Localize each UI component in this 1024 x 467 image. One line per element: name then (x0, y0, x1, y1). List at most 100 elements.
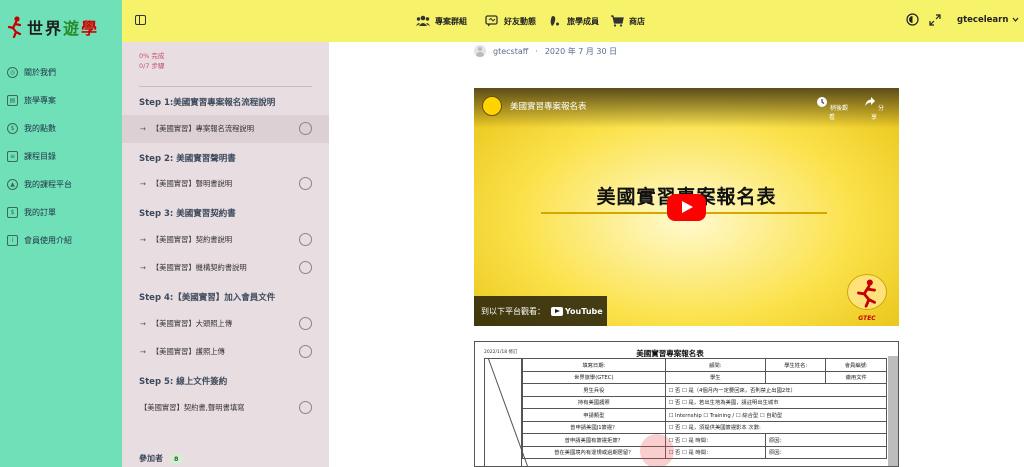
topnav-groups[interactable]: 專案群組 (416, 12, 467, 30)
post-meta: gtecstaff · 2020 年 7 月 30 日 (474, 44, 617, 58)
document-scrollbar[interactable] (888, 356, 898, 466)
application-form-document: 2022/1/18 修訂 美國實習專案報名表 填寫日期: 顧問: 學生姓名: 會… (474, 341, 899, 467)
table-row: 曾申請美國有簽證拒簽？ ☐ 否 ☐ 是 時間： 原因： (522, 433, 888, 447)
topnav-shop[interactable]: 商店 (610, 12, 645, 30)
watch-on-youtube-bar[interactable]: 到以下平台觀看： YouTube (474, 296, 607, 326)
lesson-item[interactable]: 【美國實習】契約書,聲明書填寫 (122, 394, 329, 422)
play-button-icon[interactable] (667, 194, 706, 221)
topnav-members[interactable]: 旅學成員 (548, 12, 599, 30)
table-cell: ☐ Internship ☐ Training / ☐ 綜合型 ☐ 自助型 (664, 408, 888, 422)
sidebar-item-catalog[interactable]: ≡ 課程目錄 (0, 142, 122, 170)
topnav-label: 專案群組 (435, 16, 467, 26)
video-title[interactable]: 美國實習專案報名表 (510, 100, 587, 112)
username[interactable]: gtecelearn (957, 15, 1008, 25)
sidebar-item-label: 我的訂單 (24, 207, 56, 217)
lesson-status-circle-icon (299, 317, 312, 330)
lesson-item[interactable]: → 【美國實習】大頭照上傳 (122, 310, 329, 338)
topnav-activity[interactable]: 好友動態 (485, 12, 536, 30)
table-cell: 顧問: (664, 358, 766, 372)
author-name[interactable]: gtecstaff (493, 47, 528, 56)
lesson-item[interactable]: → 【美國實習】護照上傳 (122, 338, 329, 366)
logo-text: 世界遊學 (27, 19, 100, 38)
gtec-label: GTEC (858, 315, 876, 322)
share-button[interactable]: 分享 (862, 96, 886, 121)
lesson-item[interactable]: → 【美國實習】聲明書說明 (122, 170, 329, 198)
sidebar-item-member-guide[interactable]: i 會員使用介紹 (0, 226, 122, 254)
arrow-right-icon: → (140, 125, 146, 133)
sidebar-item-orders[interactable]: $ 我的訂單 (0, 198, 122, 226)
step-heading[interactable]: Step 4:【美國實習】加入會員文件 (139, 291, 275, 303)
lesson-status-circle-icon (299, 261, 312, 274)
gtec-logo: GTEC (847, 274, 887, 322)
lesson-item[interactable]: → 【美國實習】契約書說明 (122, 226, 329, 254)
sidebar-item-projects[interactable]: ▤ 旅學專案 (0, 86, 122, 114)
table-cell: 原因： (764, 445, 888, 459)
clock-icon (817, 97, 828, 107)
fullscreen-icon[interactable] (929, 14, 941, 26)
members-icon (550, 16, 559, 26)
graduation-icon: ▲ (7, 178, 18, 190)
sidebar-item-my-courses[interactable]: ▲ 我的課程平台 (0, 170, 122, 198)
watch-later-label: 稍後觀看 (828, 105, 848, 121)
lesson-label: 【美國實習】機構契約書說明 (151, 263, 247, 272)
watermark-logo (640, 434, 674, 466)
lesson-item[interactable]: → 【美國實習】專案報名流程說明 (122, 115, 329, 143)
youtube-video-player[interactable]: 美國實習專案報名表 稍後觀看 分享 美國實習專案報名表 到以下平台觀看： You… (474, 88, 899, 326)
table-cell: 世界旅學(GTEC) (522, 370, 666, 384)
dark-mode-toggle-icon[interactable] (906, 13, 919, 26)
lesson-item[interactable]: → 【美國實習】機構契約書說明 (122, 254, 329, 282)
lesson-status-circle-icon (299, 233, 312, 246)
step-heading[interactable]: Step 5: 線上文件簽約 (139, 375, 227, 387)
runner-logo-icon (7, 16, 22, 38)
arrow-right-icon: → (140, 236, 146, 244)
course-navigation-panel: 0% 完成 0/7 步驟 Step 1:美國實習專案報名流程說明 → 【美國實習… (122, 42, 329, 467)
lesson-status-circle-icon (299, 401, 312, 414)
table-cell: 曾申請美國J1簽證？ (522, 420, 666, 434)
runner-logo-icon (847, 274, 887, 310)
lesson-status-circle-icon (299, 345, 312, 358)
table-cell: 男生兵役 (522, 383, 666, 397)
progress-steps: 0/7 步驟 (139, 62, 165, 70)
arrow-right-icon: → (140, 320, 146, 328)
book-icon: ▤ (7, 94, 18, 106)
lesson-label: 【美國實習】大頭照上傳 (151, 319, 233, 328)
post-date: 2020 年 7 月 30 日 (544, 46, 618, 56)
sidebar-item-label: 會員使用介紹 (24, 235, 72, 245)
lesson-label: 【美國實習】護照上傳 (151, 347, 225, 356)
table-cell (764, 370, 827, 384)
step-heading[interactable]: Step 1:美國實習專案報名流程說明 (139, 96, 275, 108)
site-logo[interactable]: 世界遊學 (6, 14, 99, 40)
table-cell: 學生 (664, 370, 766, 384)
participants-heading: 參加者 8 (139, 453, 184, 464)
avatar[interactable] (474, 45, 486, 57)
table-cell: ☐ 否 ☐ 是 時間： (664, 433, 766, 447)
arrow-right-icon: → (140, 180, 146, 188)
meta-separator: · (535, 46, 538, 56)
sidebar-item-about[interactable]: ◎ 關於我們 (0, 58, 122, 86)
step-heading[interactable]: Step 3: 美國實習契約書 (139, 207, 236, 219)
step-heading[interactable]: Step 2: 美國實習聲明書 (139, 152, 236, 164)
info-icon: i (7, 234, 18, 246)
wallet-icon: $ (7, 122, 18, 134)
participants-label: 參加者 (139, 454, 163, 463)
lesson-label: 【美國實習】專案報名流程說明 (151, 124, 255, 133)
table-cell: ☐ 否 ☐ 是 時間： (664, 445, 766, 459)
table-cell: ☐ 否 ☐ 是（4個月內一定要回來，否則禁止出國2年） (664, 383, 888, 397)
chevron-down-icon[interactable] (1012, 16, 1019, 23)
participants-count-badge: 8 (169, 453, 184, 464)
lesson-status-circle-icon (299, 177, 312, 190)
sidebar-toggle-icon[interactable] (135, 15, 146, 25)
channel-logo-icon[interactable] (482, 96, 502, 116)
divider (139, 86, 312, 87)
sidebar-item-label: 課程目錄 (24, 151, 56, 161)
table-cell: 填寫日期: (522, 358, 666, 372)
sidebar-item-points[interactable]: $ 我的點數 (0, 114, 122, 142)
lesson-label: 【美國實習】契約書說明 (151, 235, 233, 244)
table-row: 曾申請美國J1簽證？ ☐ 否 ☐ 是，須提供美國簽證影本 次數: (522, 420, 888, 434)
table-cell: 申請類型 (522, 408, 666, 422)
table-cell: 持有美國護照 (522, 395, 666, 409)
table-row: 持有美國護照 ☐ 否 ☐ 是，若出生地為美國，請註明出生城市 (522, 395, 888, 409)
users-icon (416, 15, 430, 26)
watch-later-button[interactable]: 稍後觀看 (816, 96, 848, 121)
compass-icon: ◎ (7, 66, 18, 78)
